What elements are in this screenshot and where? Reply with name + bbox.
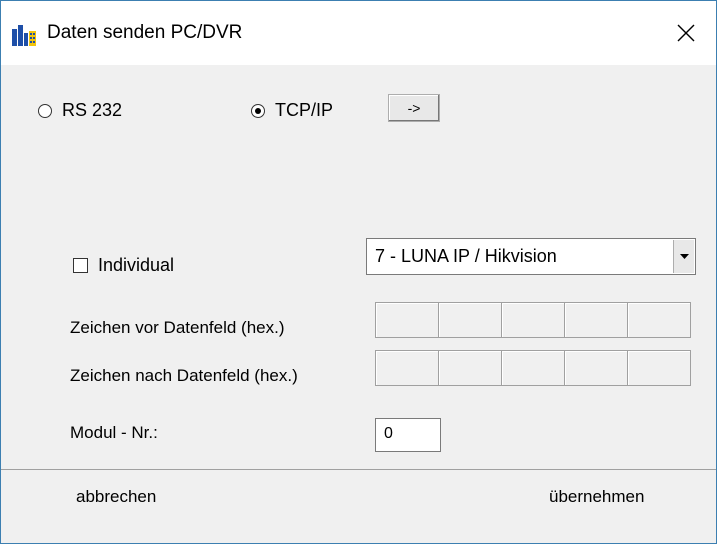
dialog-content: RS 232 TCP/IP -> Individual 7 - LUNA IP … (1, 65, 716, 469)
radio-tcpip-circle[interactable] (251, 103, 265, 118)
before-hex-input-5[interactable] (627, 302, 691, 338)
before-hex-input-1[interactable] (375, 302, 439, 338)
device-select-value: 7 - LUNA IP / Hikvision (375, 246, 557, 266)
individual-checkbox[interactable]: Individual (73, 255, 174, 276)
individual-label: Individual (98, 255, 175, 275)
close-button[interactable] (656, 1, 716, 65)
radio-rs232-label: RS 232 (62, 100, 123, 120)
window-title: Daten senden PC/DVR (47, 22, 243, 43)
close-icon (677, 24, 695, 42)
before-field-label: Zeichen vor Datenfeld (hex.) (70, 318, 285, 337)
title-bar[interactable]: Daten senden PC/DVR (1, 1, 716, 65)
dialog-window: Daten senden PC/DVR RS 232 TCP/IP -> Ind… (0, 0, 717, 544)
after-hex-input-1[interactable] (375, 350, 439, 386)
modul-input[interactable]: 0 (375, 418, 441, 452)
before-hex-input-2[interactable] (438, 302, 502, 338)
modul-label: Modul - Nr.: (70, 423, 158, 442)
dropdown-button[interactable] (673, 240, 694, 273)
device-select[interactable]: 7 - LUNA IP / Hikvision (366, 238, 696, 275)
chevron-down-icon (679, 253, 689, 259)
app-icon (12, 25, 36, 46)
apply-button[interactable]: übernehmen (549, 487, 644, 507)
radio-tcpip[interactable]: TCP/IP (251, 100, 333, 121)
before-hex-input-3[interactable] (501, 302, 565, 338)
radio-tcpip-label: TCP/IP (275, 100, 334, 120)
before-hex-input-4[interactable] (564, 302, 628, 338)
radio-rs232-circle[interactable] (38, 103, 52, 118)
radio-rs232[interactable]: RS 232 (38, 100, 122, 121)
individual-checkbox-box[interactable] (73, 258, 88, 273)
before-hex-row (375, 302, 691, 338)
after-hex-row (375, 350, 691, 386)
after-field-label: Zeichen nach Datenfeld (hex.) (70, 366, 298, 385)
after-hex-input-4[interactable] (564, 350, 628, 386)
after-hex-input-5[interactable] (627, 350, 691, 386)
after-hex-input-2[interactable] (438, 350, 502, 386)
cancel-button[interactable]: abbrechen (76, 487, 156, 507)
after-hex-input-3[interactable] (501, 350, 565, 386)
dialog-footer: abbrechen übernehmen (1, 470, 716, 543)
tcpip-settings-button[interactable]: -> (388, 94, 440, 122)
